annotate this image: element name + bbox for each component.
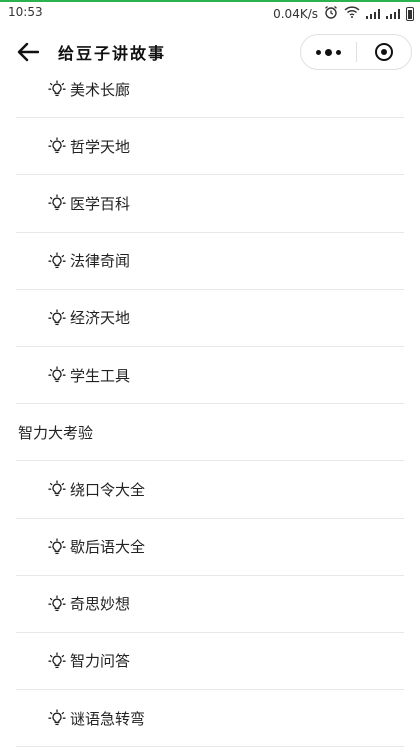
list-item[interactable]: 奇思妙想 (16, 576, 404, 633)
list-item-label: 哲学天地 (70, 137, 131, 156)
list-item-label: 医学百科 (70, 194, 131, 213)
lightbulb-icon (48, 366, 66, 384)
lightbulb-icon (48, 137, 66, 155)
list-item[interactable]: 美术长廊 (16, 61, 404, 119)
list-item[interactable]: 经济天地 (16, 290, 404, 347)
list-item[interactable]: 智力问答 (16, 633, 404, 691)
list-item-label: 法律奇闻 (70, 252, 131, 271)
network-speed: 0.04K/s (273, 6, 318, 21)
more-dots-icon (315, 48, 341, 56)
lightbulb-icon (48, 652, 66, 670)
lightbulb-icon (48, 194, 66, 212)
lightbulb-icon (48, 537, 66, 556)
back-arrow-icon (17, 42, 39, 62)
lightbulb-icon (48, 709, 66, 727)
close-target-icon (374, 43, 393, 61)
list-item[interactable]: 谜语急转弯 (16, 690, 404, 747)
status-icons: 0.04K/s (273, 5, 414, 22)
list-item[interactable]: 学生工具 (16, 347, 404, 405)
list-item-label: 智力问答 (70, 652, 131, 671)
list-item[interactable]: 绕口令大全 (16, 461, 404, 519)
section-header: 智力大考验 (16, 404, 404, 462)
list-item[interactable]: 医学百科 (16, 175, 404, 233)
lightbulb-icon (48, 480, 66, 498)
signal-icon-2 (386, 8, 400, 19)
list-item[interactable]: 法律奇闻 (16, 233, 404, 290)
battery-icon (406, 6, 414, 21)
list-item-label: 美术长廊 (70, 80, 131, 99)
section-label: 智力大考验 (18, 423, 94, 442)
lightbulb-icon (48, 80, 66, 98)
status-time: 10:53 (8, 5, 43, 19)
list-item-label: 绕口令大全 (70, 480, 146, 499)
list-item-label: 学生工具 (70, 366, 131, 385)
alarm-icon (324, 5, 338, 22)
lightbulb-icon (48, 595, 66, 613)
list-item-label: 经济天地 (70, 309, 131, 328)
list-item[interactable]: 哲学天地 (16, 118, 404, 176)
list-item-label: 谜语急转弯 (70, 709, 146, 728)
lightbulb-icon (48, 252, 66, 270)
list-item-label: 歇后语大全 (70, 538, 146, 557)
list-item-label: 奇思妙想 (70, 595, 131, 614)
wifi-icon (344, 6, 360, 21)
category-list: 美术长廊哲学天地医学百科法律奇闻经济天地学生工具智力大考验绕口令大全歇后语大全奇… (16, 61, 404, 747)
signal-icon-1 (366, 8, 380, 19)
lightbulb-icon (48, 309, 66, 327)
list-item[interactable]: 歇后语大全 (16, 519, 404, 576)
status-bar: 10:53 0.04K/s (0, 0, 420, 24)
